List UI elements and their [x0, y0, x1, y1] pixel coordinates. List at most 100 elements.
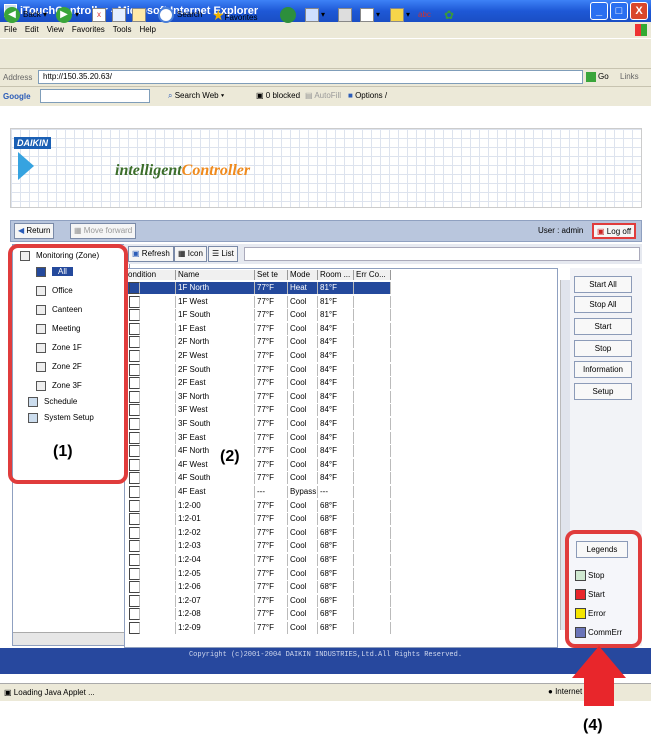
start-all-button[interactable]: Start All	[574, 276, 632, 293]
table-row[interactable]: 2F East 77°F Cool 84°F	[125, 377, 557, 390]
condition-indicator	[129, 295, 140, 308]
table-row[interactable]: 1:2-08 77°F Cool 68°F	[125, 608, 557, 621]
cell-room: 68°F	[318, 567, 354, 580]
back-button[interactable]: ◀ Back ▾	[4, 6, 47, 24]
maximize-button[interactable]: □	[610, 2, 628, 20]
links-button[interactable]: Links	[620, 70, 639, 84]
table-row[interactable]: 4F South 77°F Cool 84°F	[125, 472, 557, 485]
logoff-button[interactable]: ▣ Log off	[592, 223, 637, 239]
menu-item[interactable]: Favorites	[72, 25, 105, 34]
table-row[interactable]: 1:2-06 77°F Cool 68°F	[125, 581, 557, 594]
cell-set: 77°F	[255, 540, 288, 553]
legend-start: Start	[575, 589, 605, 601]
table-row[interactable]: 1F North 77°F Heat 81°F	[125, 282, 557, 294]
refresh-list-button[interactable]: ▣ Refresh	[128, 246, 174, 262]
table-row[interactable]: 1F East 77°F Cool 84°F	[125, 322, 557, 335]
table-row[interactable]: 1:2-03 77°F Cool 68°F	[125, 540, 557, 553]
minimize-button[interactable]: _	[590, 2, 608, 20]
close-button[interactable]: X	[630, 2, 648, 20]
condition-indicator	[129, 499, 140, 512]
start-button[interactable]: Start	[574, 318, 632, 335]
setup-button[interactable]: Setup	[574, 383, 632, 400]
table-row[interactable]: 1F South 77°F Cool 81°F	[125, 309, 557, 322]
cell-room: 84°F	[318, 431, 354, 444]
cell-name: 3F West	[176, 404, 255, 417]
menu-item[interactable]: Edit	[25, 25, 39, 34]
table-row[interactable]: 3F East 77°F Cool 84°F	[125, 431, 557, 444]
header-room-temp[interactable]: Room ...	[318, 270, 354, 280]
cell-err	[354, 608, 391, 621]
header-condition[interactable]: ondition	[126, 270, 176, 280]
icon-view-button[interactable]: ▦ Icon	[174, 246, 207, 262]
google-search-input[interactable]	[40, 89, 150, 103]
cell-set: 77°F	[255, 390, 288, 403]
header-mode[interactable]: Mode	[288, 270, 318, 280]
menu-item[interactable]: View	[47, 25, 64, 34]
menu-item[interactable]: File	[4, 25, 17, 34]
messenger-button[interactable]: ✿	[444, 6, 454, 24]
table-row[interactable]: 1:2-02 77°F Cool 68°F	[125, 526, 557, 539]
table-row[interactable]: 3F South 77°F Cool 84°F	[125, 418, 557, 430]
table-row[interactable]: 1:2-07 77°F Cool 68°F	[125, 594, 557, 607]
address-input[interactable]: http://150.35.20.63/	[38, 70, 583, 84]
cell-cond	[126, 363, 176, 376]
condition-indicator	[129, 336, 140, 349]
move-forward-button[interactable]: ▦ Move forward	[70, 223, 137, 239]
information-button[interactable]: Information	[574, 361, 632, 378]
favorites-button[interactable]: ★Favorites	[212, 6, 257, 24]
print-button[interactable]	[338, 6, 354, 24]
table-row[interactable]: 3F West 77°F Cool 84°F	[125, 404, 557, 417]
search-button[interactable]: Search	[158, 6, 202, 24]
table-row[interactable]: 1:2-01 77°F Cool 68°F	[125, 513, 557, 526]
table-row[interactable]: 4F East --- Bypass ---	[125, 486, 557, 498]
popup-blocker-button[interactable]: ▣ 0 blocked	[256, 89, 300, 103]
menu-item[interactable]: Help	[139, 25, 155, 34]
media-button[interactable]	[280, 6, 299, 24]
table-row[interactable]: 1F West 77°F Cool 81°F	[125, 295, 557, 308]
cell-err	[354, 581, 391, 594]
header-error-code[interactable]: Err Co...	[354, 270, 391, 280]
table-row[interactable]: 1:2-05 77°F Cool 68°F	[125, 567, 557, 580]
legends-button[interactable]: Legends	[576, 541, 628, 558]
stop-all-button[interactable]: Stop All	[574, 296, 632, 313]
edit-button[interactable]: ▾	[360, 6, 380, 24]
search-web-button[interactable]: ⌕ Search Web ▾	[168, 89, 224, 103]
menu-item[interactable]: Tools	[113, 25, 132, 34]
stop-button-unit[interactable]: Stop	[574, 340, 632, 357]
options-button[interactable]: ■ Options /	[348, 89, 387, 103]
cell-room: 81°F	[318, 295, 354, 308]
table-row[interactable]: 4F North 77°F Cool 84°F	[125, 445, 557, 458]
table-row[interactable]: 1:2-04 77°F Cool 68°F	[125, 554, 557, 566]
tree-horizontal-scrollbar[interactable]	[13, 632, 129, 645]
table-row[interactable]: 1:2-00 77°F Cool 68°F	[125, 499, 557, 512]
stop-button[interactable]: x	[92, 6, 108, 24]
callout-4-label: (4)	[583, 717, 603, 734]
cell-mode: Cool	[288, 581, 318, 594]
cell-name: 3F South	[176, 418, 255, 430]
cell-err	[354, 390, 391, 403]
globe-icon: ●	[548, 687, 553, 696]
refresh-button[interactable]	[112, 6, 128, 24]
table-row[interactable]: 1:2-09 77°F Cool 68°F	[125, 622, 557, 634]
folder-button[interactable]: ▾	[390, 6, 410, 24]
list-view-button[interactable]: ☰ List	[208, 246, 238, 262]
applet-icon: ▣	[4, 688, 12, 697]
table-row[interactable]: 2F South 77°F Cool 84°F	[125, 363, 557, 376]
table-row[interactable]: 2F North 77°F Cool 84°F	[125, 336, 557, 349]
history-button[interactable]: ▾	[305, 6, 325, 24]
return-button[interactable]: ◀ Return	[14, 223, 55, 239]
cell-err	[354, 486, 391, 498]
header-set-temp[interactable]: Set te	[255, 270, 288, 280]
google-label[interactable]: Google	[3, 92, 31, 101]
forward-button[interactable]: ▶ ▾	[56, 6, 79, 24]
translate-button[interactable]: abc	[418, 6, 431, 24]
go-button[interactable]: Go	[586, 70, 609, 84]
table-row[interactable]: 4F West 77°F Cool 84°F	[125, 458, 557, 471]
cell-name: 1:2-09	[176, 622, 255, 634]
home-button[interactable]	[132, 6, 148, 24]
autofill-button[interactable]: ▤ AutoFill	[305, 89, 341, 103]
table-row[interactable]: 3F North 77°F Cool 84°F	[125, 390, 557, 403]
table-row[interactable]: 2F West 77°F Cool 84°F	[125, 350, 557, 362]
header-name[interactable]: Name	[176, 270, 255, 280]
autofill-label: AutoFill	[314, 91, 342, 100]
